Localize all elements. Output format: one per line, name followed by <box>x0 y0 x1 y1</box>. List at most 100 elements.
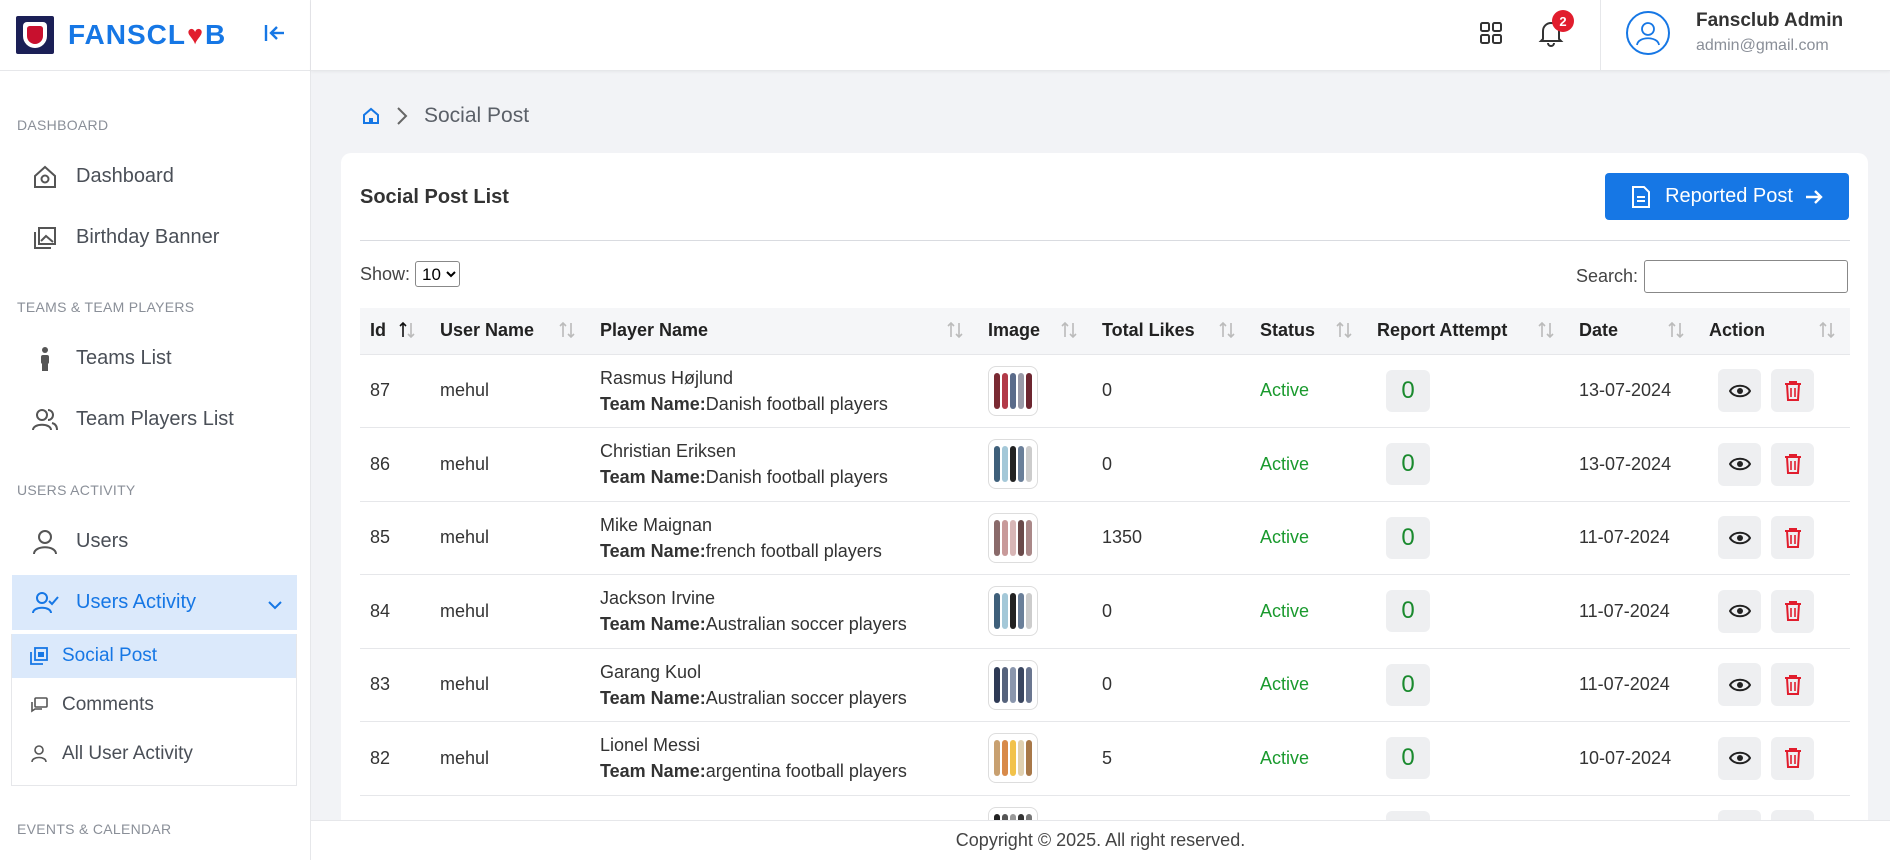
team-name-value: french football players <box>705 540 882 561</box>
cell-player-name: Jackson Irvine Team Name:Australian socc… <box>590 574 978 649</box>
table-row[interactable]: 86 mehul Christian Eriksen Team Name:Dan… <box>360 427 1850 502</box>
arrow-right-icon <box>1805 189 1823 205</box>
cell-id: 87 <box>360 354 430 428</box>
sidebar-item-users[interactable]: Users <box>12 514 297 569</box>
column-header-player-name[interactable]: Player Name <box>590 308 978 355</box>
sidebar-item-dashboard[interactable]: Dashboard <box>12 149 297 204</box>
post-thumbnail[interactable] <box>988 512 1038 563</box>
column-header-report-attempt[interactable]: Report Attempt <box>1367 308 1569 355</box>
cell-date: 11-07-2024 <box>1569 648 1699 722</box>
cell-user-name: mehul <box>430 721 590 796</box>
notification-bell-icon[interactable]: 2 <box>1534 10 1574 50</box>
player-name: Rasmus Højlund <box>600 367 734 388</box>
team-name: Team Name:Danish football players <box>600 464 978 490</box>
user-name[interactable]: Fansclub Admin <box>1696 10 1843 32</box>
team-name-value: Danish football players <box>705 393 888 414</box>
column-header-image[interactable]: Image <box>978 308 1092 355</box>
delete-trash-icon[interactable] <box>1771 589 1814 633</box>
sort-icon[interactable] <box>1060 320 1078 340</box>
cell-date: 11-07-2024 <box>1569 574 1699 649</box>
table-row[interactable]: 85 mehul Mike Maignan Team Name:french f… <box>360 501 1850 575</box>
submenu-item-social-post[interactable]: Social Post <box>12 634 296 678</box>
post-thumbnail[interactable] <box>988 586 1038 637</box>
delete-trash-icon[interactable] <box>1771 516 1814 560</box>
delete-trash-icon[interactable] <box>1771 369 1814 413</box>
cell-report-attempt: 0 <box>1367 648 1569 722</box>
cell-report-attempt: 0 <box>1367 721 1569 796</box>
sort-icon[interactable] <box>1218 320 1236 340</box>
row-actions <box>1718 442 1850 486</box>
table-row[interactable]: 83 mehul Garang Kuol Team Name:Australia… <box>360 648 1850 722</box>
sort-icon[interactable] <box>1667 320 1685 340</box>
team-name-label: Team Name: <box>600 393 706 414</box>
sidebar-item-team-players-list[interactable]: Team Players List <box>12 392 297 447</box>
cell-player-name: Rasmus Højlund Team Name:Danish football… <box>590 354 978 428</box>
cell-action <box>1699 354 1850 428</box>
document-icon <box>1631 185 1651 209</box>
delete-trash-icon[interactable] <box>1771 736 1814 780</box>
brand-logo[interactable] <box>16 16 54 54</box>
apps-grid-icon[interactable] <box>1474 16 1508 50</box>
cell-total-likes: 0 <box>1092 648 1250 722</box>
cell-id: 86 <box>360 427 430 502</box>
column-header-action[interactable]: Action <box>1699 308 1850 355</box>
cell-id: 85 <box>360 501 430 575</box>
sort-icon[interactable] <box>1537 320 1555 340</box>
post-thumbnail[interactable] <box>988 733 1038 784</box>
team-name-value: argentina football players <box>705 761 907 782</box>
post-thumbnail[interactable] <box>988 365 1038 416</box>
cell-id: 82 <box>360 721 430 796</box>
sort-icon[interactable] <box>1335 320 1353 340</box>
cell-status: Active <box>1250 721 1367 796</box>
table-row[interactable]: 82 mehul Lionel Messi Team Name:argentin… <box>360 721 1850 796</box>
cell-image <box>978 427 1092 502</box>
section-title-dashboard: DASHBOARD <box>17 117 109 133</box>
search-input[interactable] <box>1644 260 1849 293</box>
column-header-label: Image <box>988 320 1041 341</box>
team-name: Team Name:Danish football players <box>600 391 978 417</box>
delete-trash-icon[interactable] <box>1771 442 1814 486</box>
submenu-item-all-user-activity[interactable]: All User Activity <box>12 732 296 776</box>
home-breadcrumb-icon[interactable] <box>360 105 382 127</box>
brand-name[interactable]: FANSCL ♥ B <box>68 19 226 51</box>
sort-icon[interactable] <box>946 320 964 340</box>
sidebar-item-label: Teams List <box>76 347 172 369</box>
view-eye-icon[interactable] <box>1718 369 1761 413</box>
post-thumbnail[interactable] <box>988 659 1038 710</box>
cell-action <box>1699 648 1850 722</box>
sort-icon[interactable] <box>1818 320 1836 340</box>
player-name: Christian Eriksen <box>600 441 737 462</box>
cell-user-name: mehul <box>430 354 590 428</box>
section-title-events: EVENTS & CALENDAR <box>17 821 172 837</box>
column-header-id[interactable]: Id <box>360 308 430 355</box>
view-eye-icon[interactable] <box>1718 516 1761 560</box>
column-header-label: Report Attempt <box>1377 320 1508 341</box>
column-header-date[interactable]: Date <box>1569 308 1699 355</box>
delete-trash-icon[interactable] <box>1771 663 1814 707</box>
table-row[interactable]: 84 mehul Jackson Irvine Team Name:Austra… <box>360 574 1850 649</box>
table-row[interactable]: 87 mehul Rasmus Højlund Team Name:Danish… <box>360 354 1850 428</box>
cell-date: 13-07-2024 <box>1569 354 1699 428</box>
reported-post-button[interactable]: Reported Post <box>1605 173 1849 220</box>
post-thumbnail[interactable] <box>988 439 1038 490</box>
column-header-total-likes[interactable]: Total Likes <box>1092 308 1250 355</box>
sort-icon[interactable] <box>398 320 416 340</box>
avatar[interactable] <box>1626 11 1670 55</box>
submenu-item-comments[interactable]: Comments <box>12 683 296 727</box>
column-header-user-name[interactable]: User Name <box>430 308 590 355</box>
row-actions <box>1718 589 1850 633</box>
sidebar-item-teams-list[interactable]: Teams List <box>12 331 297 386</box>
sidebar-item-users-activity[interactable]: Users Activity <box>12 575 297 630</box>
cell-report-attempt: 0 <box>1367 354 1569 428</box>
view-eye-icon[interactable] <box>1718 736 1761 780</box>
view-eye-icon[interactable] <box>1718 589 1761 633</box>
view-eye-icon[interactable] <box>1718 442 1761 486</box>
collapse-sidebar-icon[interactable] <box>262 20 288 46</box>
page-length-select[interactable]: 10 <box>415 261 461 287</box>
column-header-status[interactable]: Status <box>1250 308 1367 355</box>
sidebar-item-birthday-banner[interactable]: Birthday Banner <box>12 210 297 265</box>
player-name: Jackson Irvine <box>600 588 716 609</box>
sort-icon[interactable] <box>558 320 576 340</box>
view-eye-icon[interactable] <box>1718 663 1761 707</box>
submenu-item-label: Social Post <box>62 645 158 666</box>
